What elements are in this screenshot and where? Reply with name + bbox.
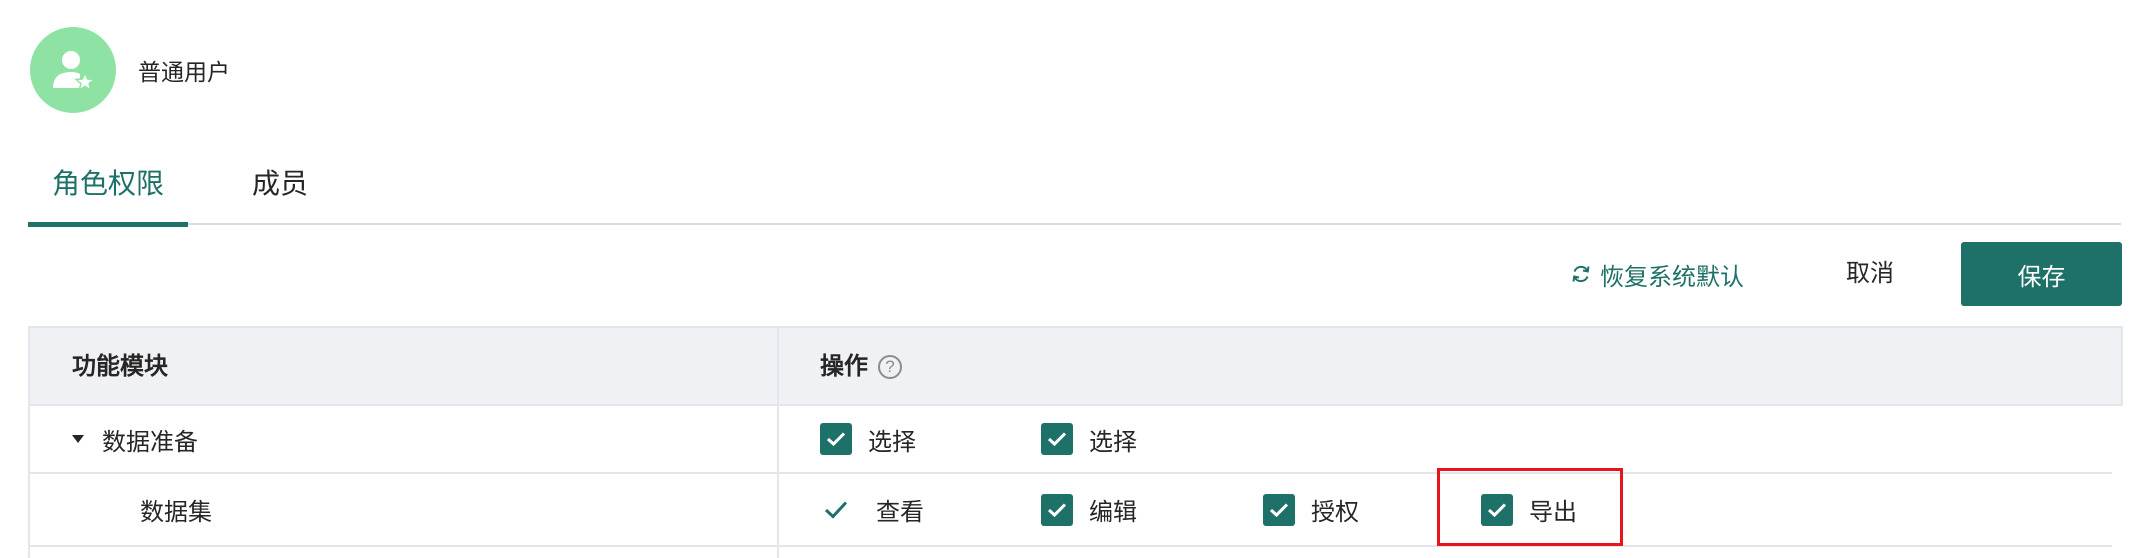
cancel-button[interactable]: 取消 xyxy=(1820,256,1920,292)
option-label: 查看 xyxy=(876,499,924,526)
option-label: 选择 xyxy=(1089,428,1137,456)
option-label: 选择 xyxy=(868,428,916,456)
module-cell[interactable]: 数据准备 xyxy=(72,406,198,472)
table-row: 数据准备 选择 选择 xyxy=(30,406,2112,474)
module-name: 数据集 xyxy=(140,499,212,526)
checkbox-checked-icon[interactable] xyxy=(1263,493,1295,526)
tab-bar: 角色权限 成员 xyxy=(28,152,2121,227)
module-name: 数据准备 xyxy=(102,428,198,456)
caret-down-icon[interactable] xyxy=(72,435,84,443)
option-checkbox[interactable]: 选择 xyxy=(820,406,916,472)
checkbox-checked-icon[interactable] xyxy=(820,423,852,455)
table-row: 数据集 查看 编辑 授权 导出 xyxy=(30,474,2112,547)
tab-role-permissions[interactable]: 角色权限 xyxy=(28,152,188,227)
avatar xyxy=(30,27,116,113)
option-checkbox[interactable]: 选择 xyxy=(1041,406,1137,472)
option-label: 编辑 xyxy=(1089,499,1137,526)
table-header: 功能模块 操作 ? xyxy=(30,326,2123,406)
checkbox-checked-icon[interactable] xyxy=(1041,423,1073,455)
option-checkbox[interactable]: 授权 xyxy=(1263,474,1359,545)
highlight-box xyxy=(1437,468,1623,546)
restore-default-label: 恢复系统默认 xyxy=(1600,263,1744,291)
check-icon[interactable] xyxy=(820,494,852,526)
save-button[interactable]: 保存 xyxy=(1961,242,2122,306)
restore-default-button[interactable]: 恢复系统默认 xyxy=(1570,256,1744,292)
refresh-icon xyxy=(1572,265,1590,283)
tab-members[interactable]: 成员 xyxy=(252,152,308,225)
option-checkbox[interactable]: 编辑 xyxy=(1041,474,1137,545)
option-label: 授权 xyxy=(1311,499,1359,526)
question-circle-icon[interactable]: ? xyxy=(878,355,902,379)
column-header-operations: 操作 ? xyxy=(820,328,902,406)
role-header: 普通用户 xyxy=(30,27,230,113)
module-cell: 数据集 xyxy=(140,474,212,545)
role-name: 普通用户 xyxy=(138,59,230,85)
checkbox-checked-icon[interactable] xyxy=(1041,493,1073,526)
user-star-icon xyxy=(53,51,96,92)
column-header-module: 功能模块 xyxy=(72,353,168,380)
column-header-operations-label: 操作 xyxy=(820,353,868,380)
option-checkbox[interactable]: 查看 xyxy=(820,474,924,545)
permissions-table: 功能模块 操作 ? 数据准备 选择 选择 数据集 查看 编辑 授权 导出 xyxy=(28,326,2123,558)
